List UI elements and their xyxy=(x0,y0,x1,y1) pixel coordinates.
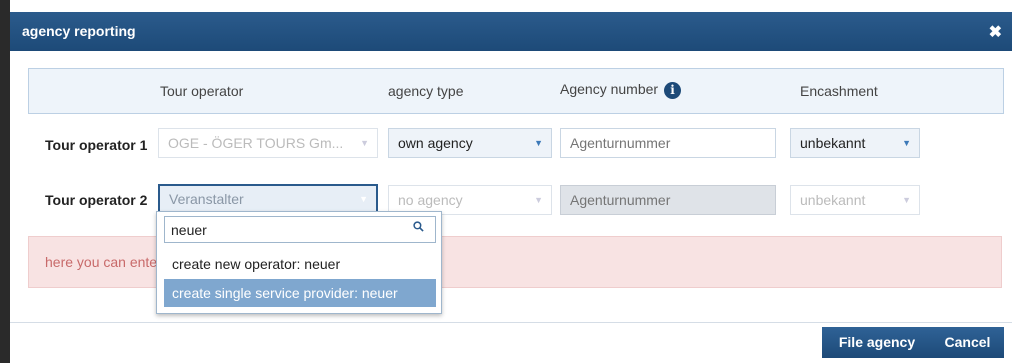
chevron-down-icon: ▼ xyxy=(360,138,369,148)
background-window-edge xyxy=(0,0,10,363)
chevron-down-icon: ▼ xyxy=(534,138,543,148)
footer-divider xyxy=(10,322,1012,323)
dialog-titlebar: agency reporting ✖ xyxy=(10,12,1012,51)
column-header-tour-operator: Tour operator xyxy=(160,83,244,99)
file-agency-button[interactable]: File agency xyxy=(822,327,932,358)
agency-type-1-select[interactable]: own agency ▼ xyxy=(388,128,552,158)
chevron-down-icon: ▼ xyxy=(534,195,543,205)
agency-reporting-dialog: agency reporting ✖ Tour operator agency … xyxy=(10,0,1012,363)
operator-dropdown: create new operator: neuer create single… xyxy=(156,211,442,314)
agency-type-1-value: own agency xyxy=(398,135,473,151)
row-label-tour-operator-1: Tour operator 1 xyxy=(45,137,148,153)
agency-number-2-input[interactable] xyxy=(560,185,776,215)
dialog-title: agency reporting xyxy=(22,23,136,39)
encashment-2-select[interactable]: unbekannt ▼ xyxy=(790,185,920,215)
cancel-button[interactable]: Cancel xyxy=(931,327,1004,358)
chevron-down-icon: ▼ xyxy=(902,195,911,205)
agency-type-2-value: no agency xyxy=(398,192,463,208)
dropdown-item-create-service-provider[interactable]: create single service provider: neuer xyxy=(164,279,436,307)
info-icon[interactable]: i xyxy=(664,81,682,99)
tour-operator-1-value: OGE - ÖGER TOURS Gm... xyxy=(168,135,344,151)
tour-operator-2-value: Veranstalter xyxy=(169,191,244,207)
row-label-tour-operator-2: Tour operator 2 xyxy=(45,192,148,208)
column-header-row: Tour operator agency type Agency number i… xyxy=(28,68,1004,114)
encashment-1-value: unbekannt xyxy=(800,135,866,151)
chevron-down-icon: ▼ xyxy=(902,138,911,148)
operator-search-input[interactable] xyxy=(164,216,436,243)
tour-operator-2-select[interactable]: Veranstalter ▼ xyxy=(158,184,378,214)
column-header-agency-number: Agency number i xyxy=(560,81,682,99)
agency-number-1-input[interactable] xyxy=(560,128,776,158)
search-icon[interactable] xyxy=(413,221,424,232)
chevron-down-icon: ▼ xyxy=(359,194,368,204)
notice-text: here you can ente xyxy=(45,254,158,270)
agency-number-label: Agency number xyxy=(560,81,659,97)
close-icon[interactable]: ✖ xyxy=(989,22,1002,42)
column-header-agency-type: agency type xyxy=(388,83,464,99)
tour-operator-1-select[interactable]: OGE - ÖGER TOURS Gm... ▼ xyxy=(158,128,378,158)
encashment-1-select[interactable]: unbekannt ▼ xyxy=(790,128,920,158)
dropdown-item-create-operator[interactable]: create new operator: neuer xyxy=(164,250,436,278)
column-header-encashment: Encashment xyxy=(800,83,878,99)
encashment-2-value: unbekannt xyxy=(800,192,866,208)
